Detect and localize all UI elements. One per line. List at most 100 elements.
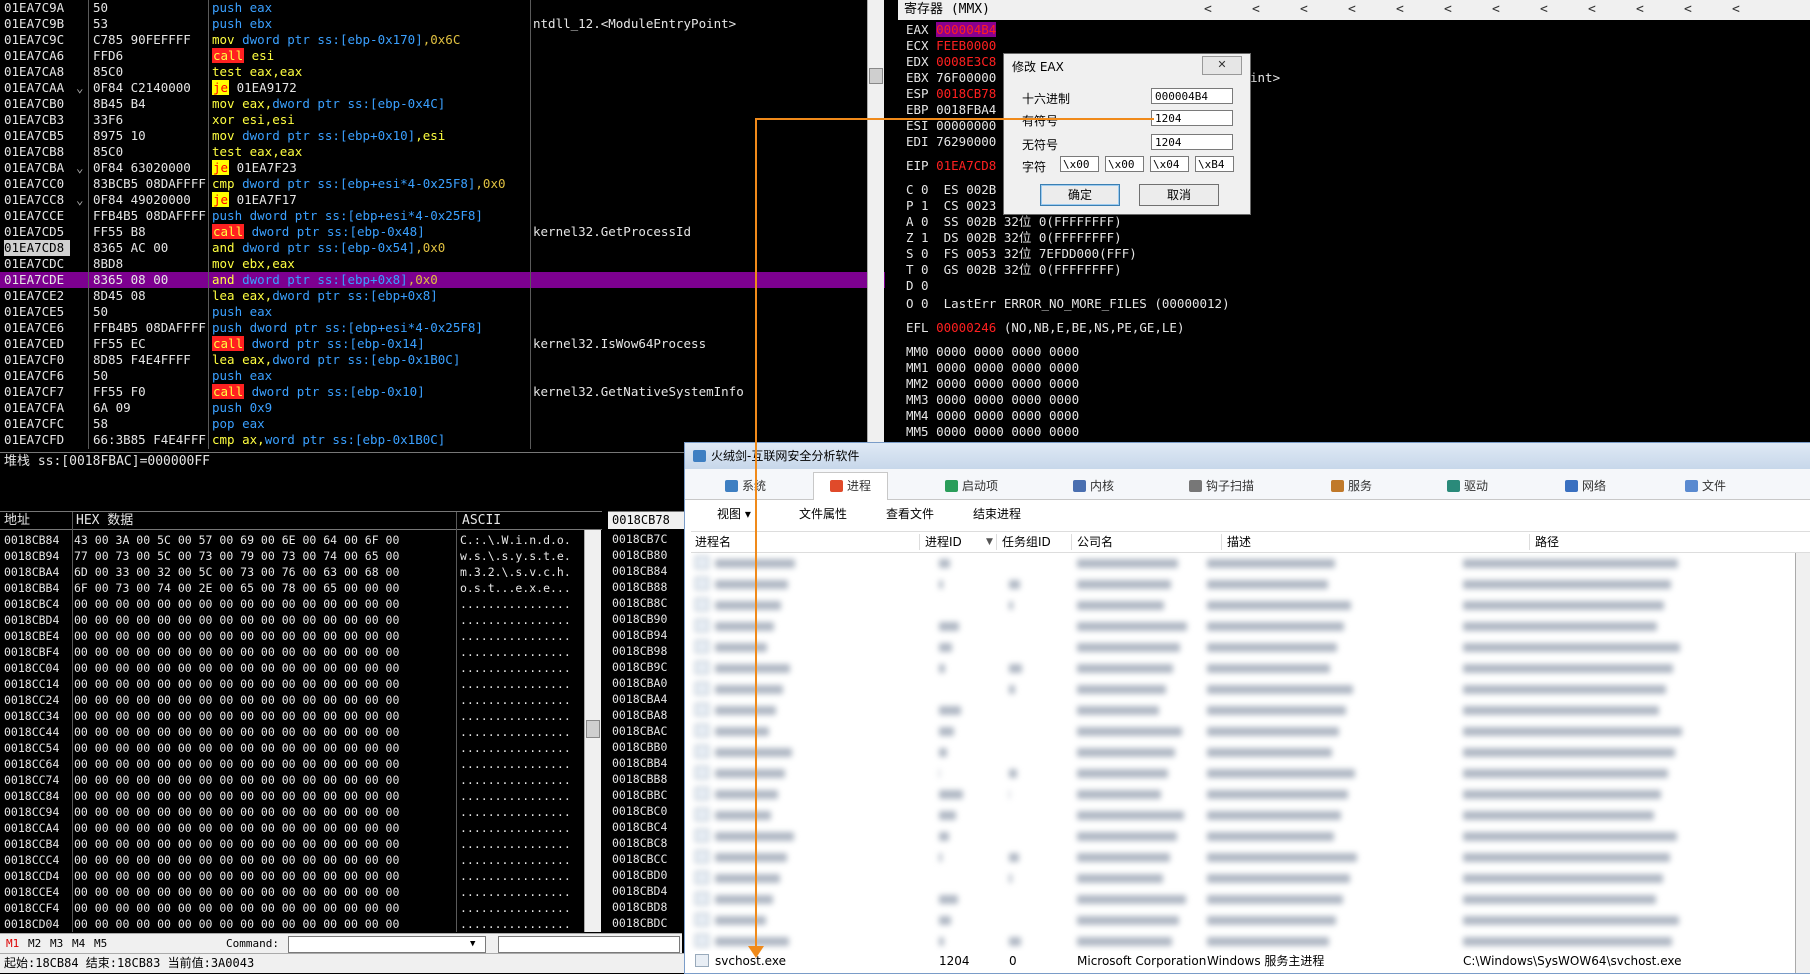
memory-tab-m1[interactable]: M1 bbox=[6, 934, 19, 954]
register-value[interactable]: 00000000 bbox=[936, 118, 996, 133]
stack-address[interactable]: 0018CB80 bbox=[612, 547, 667, 563]
tab-1[interactable]: 进程 bbox=[813, 472, 889, 501]
table-row[interactable] bbox=[691, 826, 1810, 847]
register-mmx[interactable]: MM2 0000 0000 0000 0000 bbox=[906, 376, 1079, 392]
command-history-input[interactable] bbox=[498, 936, 680, 953]
register-scroll-left-icon[interactable]: < bbox=[1732, 0, 1740, 20]
flag-line[interactable]: O 0 LastErr ERROR_NO_MORE_FILES (0000001… bbox=[906, 296, 1230, 312]
register-mmx[interactable]: MM4 0000 0000 0000 0000 bbox=[906, 408, 1079, 424]
table-row[interactable] bbox=[691, 595, 1810, 616]
register-ebp[interactable]: EBP 0018FBA4 bbox=[906, 102, 996, 118]
table-row[interactable] bbox=[691, 868, 1810, 889]
disasm-row[interactable]: 01EA7CB5 8975 10 mov dword ptr ss:[ebp+0x1… bbox=[0, 128, 885, 144]
register-scroll-left-icon[interactable]: < bbox=[1300, 0, 1308, 20]
char-input-2[interactable]: \x00 bbox=[1105, 156, 1144, 172]
disasm-row[interactable]: 01EA7CBA ⌄ 0F84 63020000 je 01EA7F23 bbox=[0, 160, 885, 176]
disasm-row[interactable]: 01EA7C9C C785 90FEFFFF mov dword ptr ss:[e… bbox=[0, 32, 885, 48]
stack-pane[interactable]: 0018CB78 0018CB7C 0018CB80 0018CB84 0018CB8… bbox=[608, 511, 684, 932]
stack-address[interactable]: 0018CB98 bbox=[612, 643, 667, 659]
disasm-row[interactable]: 01EA7CED FF55 EC call dword ptr ss:[ebp-0x… bbox=[0, 336, 885, 352]
stack-address[interactable]: 0018CBB8 bbox=[612, 771, 667, 787]
hex-value-input[interactable]: 000004B4 bbox=[1151, 88, 1233, 104]
memory-tab-m2[interactable]: M2 bbox=[28, 934, 41, 954]
stack-address[interactable]: 0018CBDC bbox=[612, 915, 667, 931]
table-row[interactable] bbox=[691, 574, 1810, 595]
flag-line[interactable]: A 0 SS 002B 32位 0(FFFFFFFF) bbox=[906, 214, 1122, 230]
stack-address[interactable]: 0018CBC4 bbox=[612, 819, 667, 835]
table-row[interactable] bbox=[691, 805, 1810, 826]
process-table-scrollbar[interactable] bbox=[1795, 553, 1810, 973]
huorong-titlebar[interactable]: 火绒剑-互联网安全分析软件 bbox=[685, 443, 1810, 469]
view-menu-button[interactable]: 视图 ▾ bbox=[717, 500, 751, 528]
memory-tab-m3[interactable]: M3 bbox=[50, 934, 63, 954]
table-row[interactable] bbox=[691, 616, 1810, 637]
register-scroll-left-icon[interactable]: < bbox=[1636, 0, 1644, 20]
register-edi[interactable]: EDI 76290000 bbox=[906, 134, 996, 150]
flag-line[interactable]: S 0 FS 0053 32位 7EFDD000(FFF) bbox=[906, 246, 1137, 262]
stack-address[interactable]: 0018CBD4 bbox=[612, 883, 667, 899]
ok-button[interactable]: 确定 bbox=[1040, 184, 1120, 206]
disasm-row[interactable]: 01EA7CA6 FFD6 call esi bbox=[0, 48, 885, 64]
tab-3[interactable]: 内核 bbox=[1073, 473, 1114, 499]
table-row[interactable] bbox=[691, 931, 1810, 952]
disasm-row[interactable]: 01EA7C9B 53 push ebx ntdll_12.<ModuleEntryP… bbox=[0, 16, 885, 32]
register-value[interactable]: 76290000 bbox=[936, 134, 996, 149]
register-efl[interactable]: EFL 00000246 (NO,NB,E,BE,NS,PE,GE,LE) bbox=[906, 320, 1184, 336]
dialog-close-button[interactable]: ✕ bbox=[1202, 56, 1242, 75]
col-company[interactable]: 公司名 bbox=[1077, 532, 1113, 552]
disasm-row[interactable]: 01EA7CB3 33F6 xor esi,esi bbox=[0, 112, 885, 128]
char-input-4[interactable]: \xB4 bbox=[1195, 156, 1234, 172]
disassembly-pane[interactable]: 01EA7C9A 50 push eax 01EA7C9B 53 push ebx ntdl… bbox=[0, 0, 885, 449]
disasm-row[interactable]: 01EA7CFC 58 pop eax bbox=[0, 416, 885, 432]
col-path[interactable]: 路径 bbox=[1535, 532, 1559, 552]
register-value[interactable]: 0008E3C8 bbox=[936, 54, 996, 69]
stack-address[interactable]: 0018CBBC bbox=[612, 787, 667, 803]
table-row[interactable] bbox=[691, 742, 1810, 763]
stack-address[interactable]: 0018CBB0 bbox=[612, 739, 667, 755]
file-properties-button[interactable]: 文件属性 bbox=[799, 500, 847, 528]
disasm-row[interactable]: 01EA7CB8 85C0 test eax,eax bbox=[0, 144, 885, 160]
disasm-row[interactable]: 01EA7CA8 85C0 test eax,eax bbox=[0, 64, 885, 80]
disasm-row[interactable]: 01EA7CC0 83BCB5 08DAFFFF cmp dword ptr ss:… bbox=[0, 176, 885, 192]
disasm-row[interactable]: 01EA7C9A 50 push eax bbox=[0, 0, 885, 16]
stack-address[interactable]: 0018CBA4 bbox=[612, 691, 667, 707]
register-value[interactable]: 0018FBA4 bbox=[936, 102, 996, 117]
table-row[interactable] bbox=[691, 847, 1810, 868]
flag-line[interactable]: T 0 GS 002B 32位 0(FFFFFFFF) bbox=[906, 262, 1122, 278]
tab-5[interactable]: 服务 bbox=[1331, 473, 1372, 499]
register-scroll-left-icon[interactable]: < bbox=[1348, 0, 1356, 20]
stack-address[interactable]: 0018CB94 bbox=[612, 627, 667, 643]
table-row[interactable] bbox=[691, 700, 1810, 721]
stack-address[interactable]: 0018CB8C bbox=[612, 595, 667, 611]
command-input[interactable] bbox=[288, 936, 486, 953]
register-value[interactable]: 000004B4 bbox=[936, 22, 997, 37]
cancel-button[interactable]: 取消 bbox=[1139, 184, 1219, 206]
flag-line[interactable]: D 0 bbox=[906, 278, 929, 294]
disasm-row[interactable]: 01EA7CCE FFB4B5 08DAFFFF push dword ptr ss… bbox=[0, 208, 885, 224]
stack-address[interactable]: 0018CBCC bbox=[612, 851, 667, 867]
register-scroll-left-icon[interactable]: < bbox=[1204, 0, 1212, 20]
disasm-row[interactable]: 01EA7CE6 FFB4B5 08DAFFFF push dword ptr ss… bbox=[0, 320, 885, 336]
col-pid[interactable]: 进程ID bbox=[925, 532, 962, 552]
register-value[interactable]: 00000246 bbox=[936, 320, 996, 335]
disasm-scrollbar-thumb[interactable] bbox=[869, 68, 883, 84]
memory-tab-m5[interactable]: M5 bbox=[94, 934, 107, 954]
char-input-1[interactable]: \x00 bbox=[1060, 156, 1099, 172]
register-esi[interactable]: ESI 00000000 bbox=[906, 118, 996, 134]
table-row[interactable] bbox=[691, 889, 1810, 910]
table-row[interactable] bbox=[691, 910, 1810, 931]
register-scroll-left-icon[interactable]: < bbox=[1396, 0, 1404, 20]
stack-address[interactable]: 0018CB84 bbox=[612, 563, 667, 579]
signed-value-input[interactable]: 1204 bbox=[1151, 110, 1233, 126]
register-mmx[interactable]: MM0 0000 0000 0000 0000 bbox=[906, 344, 1079, 360]
disasm-row[interactable]: 01EA7CD5 FF55 B8 call dword ptr ss:[ebp-0x… bbox=[0, 224, 885, 240]
stack-address[interactable]: 0018CB7C bbox=[612, 531, 667, 547]
stack-address[interactable]: 0018CBC0 bbox=[612, 803, 667, 819]
disasm-row[interactable]: 01EA7CD8 8365 AC 00 and dword ptr ss:[ebp-… bbox=[0, 240, 885, 256]
flag-line[interactable]: Z 1 DS 002B 32位 0(FFFFFFFF) bbox=[906, 230, 1122, 246]
stack-address[interactable]: 0018CBB4 bbox=[612, 755, 667, 771]
register-mmx[interactable]: MM5 0000 0000 0000 0000 bbox=[906, 424, 1079, 440]
stack-address[interactable]: 0018CBAC bbox=[612, 723, 667, 739]
disasm-row[interactable]: 01EA7CE5 50 push eax bbox=[0, 304, 885, 320]
memory-tab-m4[interactable]: M4 bbox=[72, 934, 85, 954]
